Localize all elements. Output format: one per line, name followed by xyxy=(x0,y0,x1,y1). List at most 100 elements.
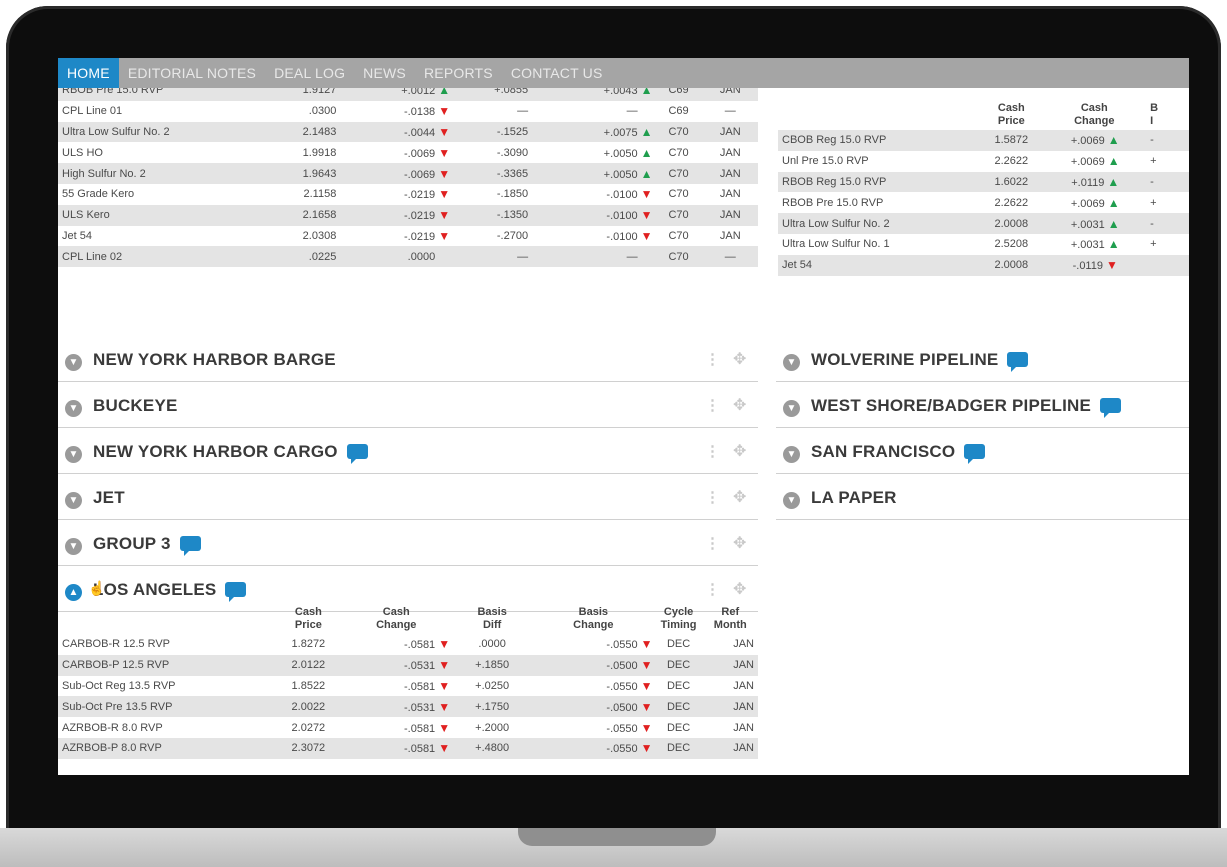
cash-price: 1.8522 xyxy=(291,679,326,692)
kebab-menu-icon[interactable]: ⋮ xyxy=(705,396,720,414)
cash-price: 2.0272 xyxy=(291,721,326,734)
cash-change: -.0044 xyxy=(403,126,436,139)
kebab-menu-icon[interactable]: ⋮ xyxy=(705,534,720,552)
header-partial-2: I xyxy=(1150,115,1154,127)
arrow-up-icon: ▲ xyxy=(1107,216,1120,231)
expand-icon[interactable]: ▼ xyxy=(783,354,800,371)
cycle-timing: C70 xyxy=(654,204,703,226)
product-name: CBOB Reg 15.0 RVP xyxy=(778,130,981,151)
ref-month: — xyxy=(702,246,758,268)
ref-month: — xyxy=(724,105,736,118)
kebab-menu-icon[interactable]: ⋮ xyxy=(705,442,720,460)
panel-san-francisco[interactable]: ▼ SAN FRANCISCO xyxy=(776,427,1189,474)
la-header-cycle-timing-1: Cycle xyxy=(663,606,694,618)
panel-jet[interactable]: ▼ JET ⋮ ✥ xyxy=(58,473,758,520)
panel-group-3[interactable]: ▼ GROUP 3 ⋮ ✥ xyxy=(58,519,758,566)
nav-news[interactable]: NEWS xyxy=(354,58,415,88)
panel-title: WEST SHORE/BADGER PIPELINE xyxy=(811,396,1122,418)
comment-icon[interactable] xyxy=(1100,398,1122,418)
cash-change-cell: +.0069 ▲ xyxy=(1042,151,1146,172)
product-name: ULS HO xyxy=(62,146,103,159)
panel-title-text: LA PAPER xyxy=(811,488,897,507)
move-handle-icon[interactable]: ✥ xyxy=(733,533,746,553)
expand-icon[interactable]: ▼ xyxy=(65,538,82,555)
table-row: Ultra Low Sulfur No. 2 2.0008 +.0031 ▲ - xyxy=(778,213,1189,234)
cash-change-cell: +.0031 ▲ xyxy=(1042,213,1147,234)
arrow-down-icon: ▼ xyxy=(640,678,653,693)
cash-change-cell: -.0119 ▼ xyxy=(1042,254,1147,276)
table-row: Sub-Oct Reg 13.5 RVP 1.8522 -.0581 ▼ +.0250-… xyxy=(58,676,758,697)
la-header-cash-change-1: Cash xyxy=(382,606,410,618)
cycle-timing: C69 xyxy=(668,105,689,118)
expand-icon[interactable]: ▼ xyxy=(783,446,800,463)
comment-icon[interactable] xyxy=(346,444,368,464)
expand-icon[interactable]: ▼ xyxy=(65,400,82,417)
expand-icon[interactable]: ▼ xyxy=(65,492,82,509)
top-left-price-table: RBOB Pre 15.0 RVP 1.9127 +.0012 ▲ +.0855 +.00… xyxy=(58,80,758,268)
panel-buckeye[interactable]: ▼ BUCKEYE ⋮ ✥ xyxy=(58,381,758,428)
cash-change: -.0069 xyxy=(403,168,436,181)
product-name: Ultra Low Sulfur No. 2 xyxy=(58,121,277,143)
header-cash-price-1: Cash xyxy=(997,102,1025,114)
panel-title-text: SAN FRANCISCO xyxy=(811,442,956,461)
panel-los-angeles[interactable]: ▲ LOS ANGELES ⋮ ✥ xyxy=(58,565,758,612)
panel-new-york-harbor-cargo[interactable]: ▼ NEW YORK HARBOR CARGO ⋮ ✥ xyxy=(58,427,758,474)
top-right-price-table: Cash Price Cash Change BI CBOB Reg 15.0 RV… xyxy=(778,102,1189,276)
basis-change-cell: -.0550 ▼ xyxy=(532,676,655,697)
cycle-timing: DEC xyxy=(666,638,691,651)
nav-editorial-notes[interactable]: EDITORIAL NOTES xyxy=(119,58,265,88)
cash-change: -.0069 xyxy=(403,147,436,160)
ref-month: JAN xyxy=(702,204,758,226)
kebab-menu-icon[interactable]: ⋮ xyxy=(705,488,720,506)
la-header-cash-price-1: Cash xyxy=(294,606,322,618)
kebab-menu-icon[interactable]: ⋮ xyxy=(705,580,720,598)
product-name: ULS Kero xyxy=(58,204,277,226)
arrow-down-icon: ▼ xyxy=(438,166,451,181)
partial-cell: + xyxy=(1150,155,1157,168)
collapse-icon[interactable]: ▲ xyxy=(65,584,82,601)
panel-la-paper[interactable]: ▼ LA PAPER xyxy=(776,473,1189,520)
app-screen: HOME EDITORIAL NOTES DEAL LOG NEWS REPOR… xyxy=(58,58,1189,775)
comment-icon[interactable] xyxy=(179,536,201,556)
move-handle-icon[interactable]: ✥ xyxy=(733,487,746,507)
nav-home[interactable]: HOME xyxy=(58,58,119,88)
cash-change: -.0219 xyxy=(403,230,436,243)
cash-change-cell: -.0531 ▼ xyxy=(340,654,453,676)
basis-diff: -.1350 xyxy=(452,204,533,226)
panel-west-shore-badger-pipeline[interactable]: ▼ WEST SHORE/BADGER PIPELINE xyxy=(776,381,1189,428)
expand-icon[interactable]: ▼ xyxy=(65,446,82,463)
cash-change: +.0031 xyxy=(1070,218,1105,231)
panel-title: WOLVERINE PIPELINE xyxy=(811,350,1029,372)
nav-contact-us[interactable]: CONTACT US xyxy=(502,58,612,88)
comment-icon[interactable] xyxy=(1007,352,1029,372)
table-row: Unl Pre 15.0 RVP 2.2622 +.0069 ▲ + xyxy=(778,151,1189,172)
nav-deal-log[interactable]: DEAL LOG xyxy=(265,58,354,88)
cash-change: .0000 xyxy=(407,250,436,263)
ref-month: JAN xyxy=(733,638,754,651)
panel-title-text: GROUP 3 xyxy=(93,534,171,553)
panel-wolverine-pipeline[interactable]: ▼ WOLVERINE PIPELINE xyxy=(776,335,1189,382)
panel-new-york-harbor-barge[interactable]: ▼ NEW YORK HARBOR BARGE ⋮ ✥ xyxy=(58,335,758,382)
basis-diff: -.1525 xyxy=(452,121,533,143)
kebab-menu-icon[interactable]: ⋮ xyxy=(705,350,720,368)
cash-price: 2.5208 xyxy=(994,238,1029,251)
comment-icon[interactable] xyxy=(225,582,247,602)
basis-change: — xyxy=(626,105,638,118)
nav-reports[interactable]: REPORTS xyxy=(415,58,502,88)
cash-price: 1.8272 xyxy=(291,638,326,651)
cash-price: 1.5872 xyxy=(980,130,1043,151)
move-handle-icon[interactable]: ✥ xyxy=(733,349,746,369)
ref-month: JAN xyxy=(719,188,741,201)
product-name: High Sulfur No. 2 xyxy=(58,163,277,184)
move-handle-icon[interactable]: ✥ xyxy=(733,441,746,461)
move-handle-icon[interactable]: ✥ xyxy=(733,579,746,599)
expand-icon[interactable]: ▼ xyxy=(783,400,800,417)
ref-month: JAN xyxy=(719,229,741,242)
product-name: Unl Pre 15.0 RVP xyxy=(782,155,869,168)
move-handle-icon[interactable]: ✥ xyxy=(733,395,746,415)
comment-icon[interactable] xyxy=(964,444,986,464)
expand-icon[interactable]: ▼ xyxy=(65,354,82,371)
header-partial-1: B xyxy=(1150,102,1159,114)
basis-change: -.0550 xyxy=(606,722,638,735)
expand-icon[interactable]: ▼ xyxy=(783,492,800,509)
